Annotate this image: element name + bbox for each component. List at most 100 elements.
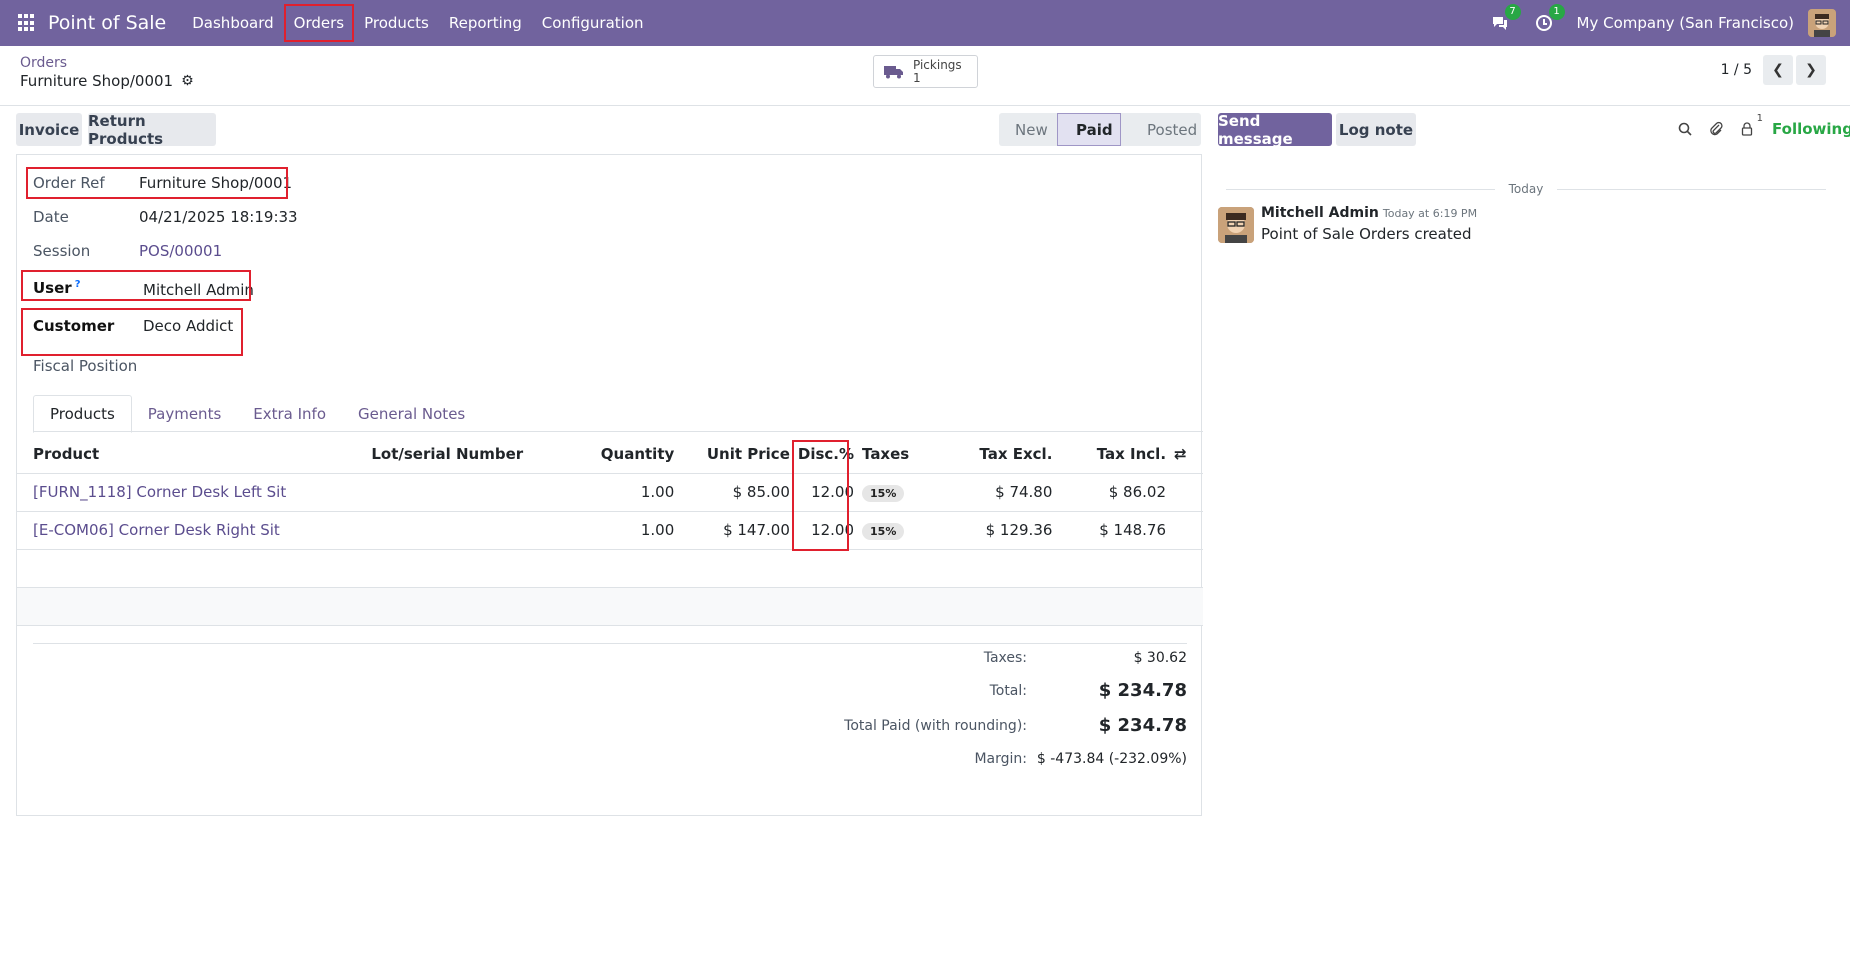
line-qty: 1.00 (546, 473, 679, 512)
gear-icon[interactable]: ⚙ (181, 73, 194, 89)
send-message-button[interactable]: Send message (1218, 112, 1332, 148)
line-taxes: 15% (858, 473, 953, 512)
pager-value[interactable]: 1 / 5 (1721, 62, 1752, 78)
line-incl: $ 86.02 (1056, 473, 1171, 512)
total-paid-label: Total Paid (with rounding): (844, 717, 1027, 734)
followers-icon[interactable]: 1 (1737, 113, 1763, 139)
return-products-button[interactable]: Return Products (88, 112, 216, 148)
activities-icon[interactable]: 1 (1533, 4, 1565, 34)
pickings-label: Pickings (913, 57, 962, 72)
line-price: $ 85.00 (678, 473, 794, 512)
line-lot (367, 473, 547, 512)
col-quantity[interactable]: Quantity (546, 435, 679, 474)
menu-products[interactable]: Products (354, 4, 439, 42)
apps-menu-icon[interactable] (18, 14, 36, 32)
stage-paid[interactable]: Paid (1057, 113, 1121, 146)
col-unit-price[interactable]: Unit Price (678, 435, 794, 474)
order-ref-highlight (26, 167, 288, 199)
stage-new[interactable]: New (999, 113, 1057, 146)
followers-count: 1 (1756, 113, 1763, 124)
control-panel: Orders Furniture Shop/0001 ⚙ Pickings 1 … (0, 46, 1850, 106)
tab-products[interactable]: Products (33, 395, 132, 433)
breadcrumb-current: Furniture Shop/0001 ⚙ (20, 72, 194, 90)
menu-reporting[interactable]: Reporting (439, 4, 532, 42)
chevron-left-icon: ❮ (1772, 62, 1784, 78)
line-spacer (1170, 511, 1203, 550)
total-label: Total: (989, 682, 1027, 699)
date-separator: Today (1226, 182, 1826, 196)
date-value[interactable]: 04/21/2025 18:19:33 (139, 208, 298, 226)
user-avatar[interactable] (1808, 9, 1836, 37)
date-label: Date (33, 208, 69, 226)
pager-previous-button[interactable]: ❮ (1763, 55, 1793, 85)
messages-icon[interactable]: 7 (1489, 4, 1521, 34)
table-row[interactable]: [FURN_1118] Corner Desk Left Sit 1.00 $ … (17, 473, 1203, 512)
separator-line (1226, 188, 1495, 190)
sliders-icon[interactable]: ⇄ (1174, 445, 1187, 463)
company-switcher[interactable]: My Company (San Francisco) (1577, 14, 1794, 32)
log-note-button[interactable]: Log note (1336, 113, 1416, 146)
session-field: Session POS/00001 (33, 242, 222, 260)
menu-dashboard[interactable]: Dashboard (182, 4, 283, 42)
form-sheet: Order Ref Furniture Shop/0001 Date 04/21… (16, 154, 1203, 816)
empty-row (17, 549, 1203, 588)
separator-line (1557, 188, 1826, 190)
col-taxes[interactable]: Taxes (858, 435, 953, 474)
activities-badge: 1 (1548, 4, 1565, 20)
search-icon[interactable] (1675, 119, 1695, 139)
line-spacer (1170, 473, 1203, 512)
col-product[interactable]: Product (17, 435, 368, 474)
notebook-tabs: Products Payments Extra Info General Not… (33, 395, 1203, 433)
tab-general-notes[interactable]: General Notes (342, 395, 481, 432)
breadcrumb-orders[interactable]: Orders (20, 55, 67, 71)
margin-value: $ -473.84 (-232.09%) (1036, 751, 1187, 767)
record-name: Furniture Shop/0001 (20, 72, 174, 90)
date-separator-label: Today (1508, 182, 1544, 196)
app-brand[interactable]: Point of Sale (48, 12, 166, 34)
following-button[interactable]: Following (1772, 120, 1850, 138)
col-lot[interactable]: Lot/serial Number (367, 435, 547, 474)
message-author-name[interactable]: Mitchell Admin (1261, 205, 1379, 221)
fiscal-position-field: Fiscal Position (33, 357, 213, 375)
col-optional[interactable]: ⇄ (1170, 435, 1203, 474)
col-tax-excl[interactable]: Tax Excl. (952, 435, 1057, 474)
date-field: Date 04/21/2025 18:19:33 (33, 208, 298, 226)
status-bar: New Paid Posted (999, 113, 1201, 146)
stage-posted[interactable]: Posted (1121, 113, 1201, 146)
invoice-button[interactable]: Invoice (16, 113, 82, 146)
line-incl: $ 148.76 (1056, 511, 1171, 550)
tax-badge: 15% (862, 522, 905, 540)
menu-configuration[interactable]: Configuration (532, 4, 654, 42)
taxes-total-row: Taxes: $ 30.62 (627, 650, 1187, 666)
line-product[interactable]: [FURN_1118] Corner Desk Left Sit (17, 473, 368, 512)
line-product[interactable]: [E-COM06] Corner Desk Right Sit (17, 511, 368, 550)
customer-highlight (21, 308, 243, 356)
pickings-count: 1 (913, 70, 921, 85)
chatter-toolbar: 1 Following (1675, 113, 1850, 139)
total-paid-row: Total Paid (with rounding): $ 234.78 (627, 715, 1187, 736)
user-highlight (21, 270, 251, 301)
order-lines-table: Product Lot/serial Number Quantity Unit … (17, 435, 1203, 626)
tab-payments[interactable]: Payments (132, 395, 237, 432)
empty-cell (17, 587, 1203, 626)
messages-badge: 7 (1504, 4, 1521, 20)
total-value: $ 234.78 (1098, 680, 1187, 701)
menu-orders[interactable]: Orders (283, 4, 355, 42)
line-taxes: 15% (858, 511, 953, 550)
session-link[interactable]: POS/00001 (139, 242, 222, 260)
col-tax-incl[interactable]: Tax Incl. (1056, 435, 1171, 474)
pager-next-button[interactable]: ❯ (1796, 55, 1826, 85)
empty-cell (17, 549, 1203, 588)
message-author-avatar[interactable] (1218, 207, 1254, 243)
pickings-smart-button[interactable]: Pickings 1 (873, 55, 978, 88)
table-row[interactable]: [E-COM06] Corner Desk Right Sit 1.00 $ 1… (17, 511, 1203, 550)
line-lot (367, 511, 547, 550)
top-navbar: Point of Sale Dashboard Orders Products … (0, 0, 1850, 46)
fiscal-position-label: Fiscal Position (33, 357, 138, 375)
margin-label: Margin: (974, 751, 1027, 767)
line-excl: $ 74.80 (952, 473, 1057, 512)
chevron-right-icon: ❯ (1805, 62, 1817, 78)
paperclip-icon[interactable] (1706, 119, 1726, 139)
tax-badge: 15% (862, 484, 905, 502)
tab-extra-info[interactable]: Extra Info (237, 395, 342, 432)
